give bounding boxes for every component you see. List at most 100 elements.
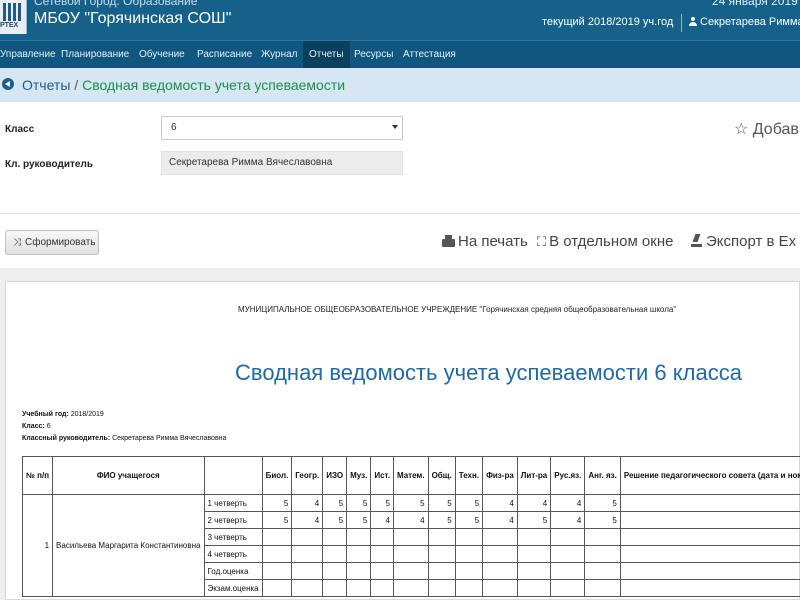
col-subject: Физ-ра — [482, 456, 518, 495]
logo[interactable]: РТЕХ — [0, 0, 27, 34]
grade-cell: 5 — [322, 494, 348, 512]
nav-item-schedule[interactable]: Расписание — [191, 41, 258, 68]
period-label: 1 четверть — [203, 494, 263, 512]
grade-cell — [392, 545, 429, 563]
grade-cell — [550, 562, 586, 580]
report-class: Класс: 6 — [22, 423, 51, 430]
user-name: Секретарева Римма — [700, 16, 800, 28]
logo-text: РТЕХ — [0, 22, 19, 29]
decision-cell — [619, 511, 800, 529]
user-icon — [689, 17, 697, 26]
grade-cell: 5 — [516, 511, 552, 529]
grade-cell — [454, 562, 484, 580]
decision-cell — [619, 562, 800, 580]
grade-cell — [584, 579, 621, 597]
grade-cell — [516, 545, 552, 563]
export-link[interactable]: Экспорт в Ex — [691, 233, 796, 250]
grade-cell: 5 — [427, 511, 456, 529]
add-favorite-link[interactable]: ☆ Добав — [734, 119, 799, 139]
grade-cell: 5 — [584, 494, 621, 512]
export-icon — [691, 234, 702, 247]
grade-cell — [346, 562, 372, 580]
grade-cell: 5 — [261, 494, 293, 512]
expand-icon: ⛶ — [537, 234, 547, 249]
grade-cell — [584, 528, 621, 546]
grade-cell: 5 — [454, 494, 484, 512]
grade-cell — [370, 545, 394, 563]
grade-cell: 5 — [346, 494, 372, 512]
col-subject: Матем. — [392, 456, 429, 495]
generate-button-label: Сформировать — [25, 237, 96, 248]
grade-cell: 5 — [346, 511, 372, 529]
decision-cell — [619, 579, 800, 597]
grade-cell: 5 — [322, 511, 348, 529]
grade-cell — [370, 579, 394, 597]
grade-cell — [454, 528, 484, 546]
user-menu[interactable]: Секретарева Римма — [689, 16, 800, 28]
nav-item-learning[interactable]: Обучение — [133, 41, 191, 68]
period-label: 2 четверть — [203, 511, 263, 529]
grade-cell — [346, 528, 372, 546]
report-organization: МУНИЦИПАЛЬНОЕ ОБЩЕОБРАЗОВАТЕЛЬНОЕ УЧРЕЖД… — [238, 305, 677, 314]
breadcrumb-bar: Отчеты / Сводная ведомость учета успевае… — [0, 68, 800, 102]
grade-cell — [427, 528, 456, 546]
grade-cell — [550, 579, 586, 597]
grade-cell — [261, 579, 293, 597]
grade-cell — [392, 562, 429, 580]
col-subject: Муз. — [346, 456, 372, 495]
period-label: Год.оценка — [203, 562, 263, 580]
form-divider — [0, 213, 800, 214]
grade-cell: 4 — [291, 511, 324, 529]
grade-cell — [550, 545, 586, 563]
teacher-label: Кл. руководитель — [5, 159, 93, 170]
generate-button[interactable]: ⤨ Сформировать — [5, 230, 99, 255]
col-subject: Биол. — [261, 456, 293, 495]
main-nav: Управление Планирование Обучение Расписа… — [0, 40, 800, 68]
grade-cell — [261, 545, 293, 563]
grade-cell — [370, 562, 394, 580]
report-teacher-value: Секретарева Римма Вячеславовна — [112, 435, 227, 442]
grade-cell — [261, 528, 293, 546]
school-year[interactable]: текущий 2018/2019 уч.год — [542, 16, 673, 28]
report-teacher: Классный руководитель: Секретарева Римма… — [22, 435, 226, 442]
nav-item-journal[interactable]: Журнал — [255, 41, 304, 68]
breadcrumb-reports-link[interactable]: Отчеты — [22, 77, 70, 93]
grade-cell — [482, 528, 518, 546]
table-row: 1 Васильева Маргарита Константиновна 1 чет… — [21, 494, 800, 597]
class-select[interactable]: 6 — [161, 116, 403, 140]
decision-cell — [619, 528, 800, 546]
report-year-label: Учебный год: — [22, 411, 69, 418]
nav-item-planning[interactable]: Планирование — [55, 41, 135, 68]
grade-cell: 4 — [370, 511, 394, 529]
school-name[interactable]: МБОУ "Горячинская СОШ" — [34, 10, 231, 28]
class-select-value: 6 — [171, 122, 177, 133]
grade-cell: 4 — [516, 494, 552, 512]
print-link[interactable]: На печать — [442, 233, 528, 250]
grade-cell: 4 — [550, 511, 586, 529]
student-name: Васильева Маргарита Константиновна — [52, 494, 205, 597]
grade-cell — [261, 562, 293, 580]
decision-cell — [619, 545, 800, 563]
back-icon[interactable] — [2, 78, 14, 90]
grade-cell — [454, 579, 484, 597]
grade-cell — [291, 579, 324, 597]
col-num: № п/п — [21, 456, 54, 495]
grade-cell: 4 — [482, 494, 518, 512]
top-header: РТЕХ Сетевой Город. Образование МБОУ "Го… — [0, 0, 800, 40]
nav-item-attestation[interactable]: Аттестация — [397, 41, 462, 68]
nav-item-management[interactable]: Управление — [0, 41, 62, 68]
col-name: ФИО учащегося — [52, 456, 205, 495]
col-subject: Лит-ра — [516, 456, 552, 495]
grade-cell — [370, 528, 394, 546]
open-window-link[interactable]: ⛶ В отдельном окне — [537, 233, 673, 250]
grade-cell — [427, 562, 456, 580]
breadcrumb-current: Сводная ведомость учета успеваемости — [82, 77, 346, 93]
nav-item-resources[interactable]: Ресурсы — [348, 41, 399, 68]
grade-cell — [482, 562, 518, 580]
grade-cell — [516, 579, 552, 597]
grade-cell — [291, 528, 324, 546]
report-year: Учебный год: 2018/2019 — [22, 411, 104, 418]
export-label: Экспорт в Ex — [706, 233, 797, 250]
nav-item-reports[interactable]: Отчеты — [303, 41, 350, 68]
grade-cell: 5 — [427, 494, 456, 512]
